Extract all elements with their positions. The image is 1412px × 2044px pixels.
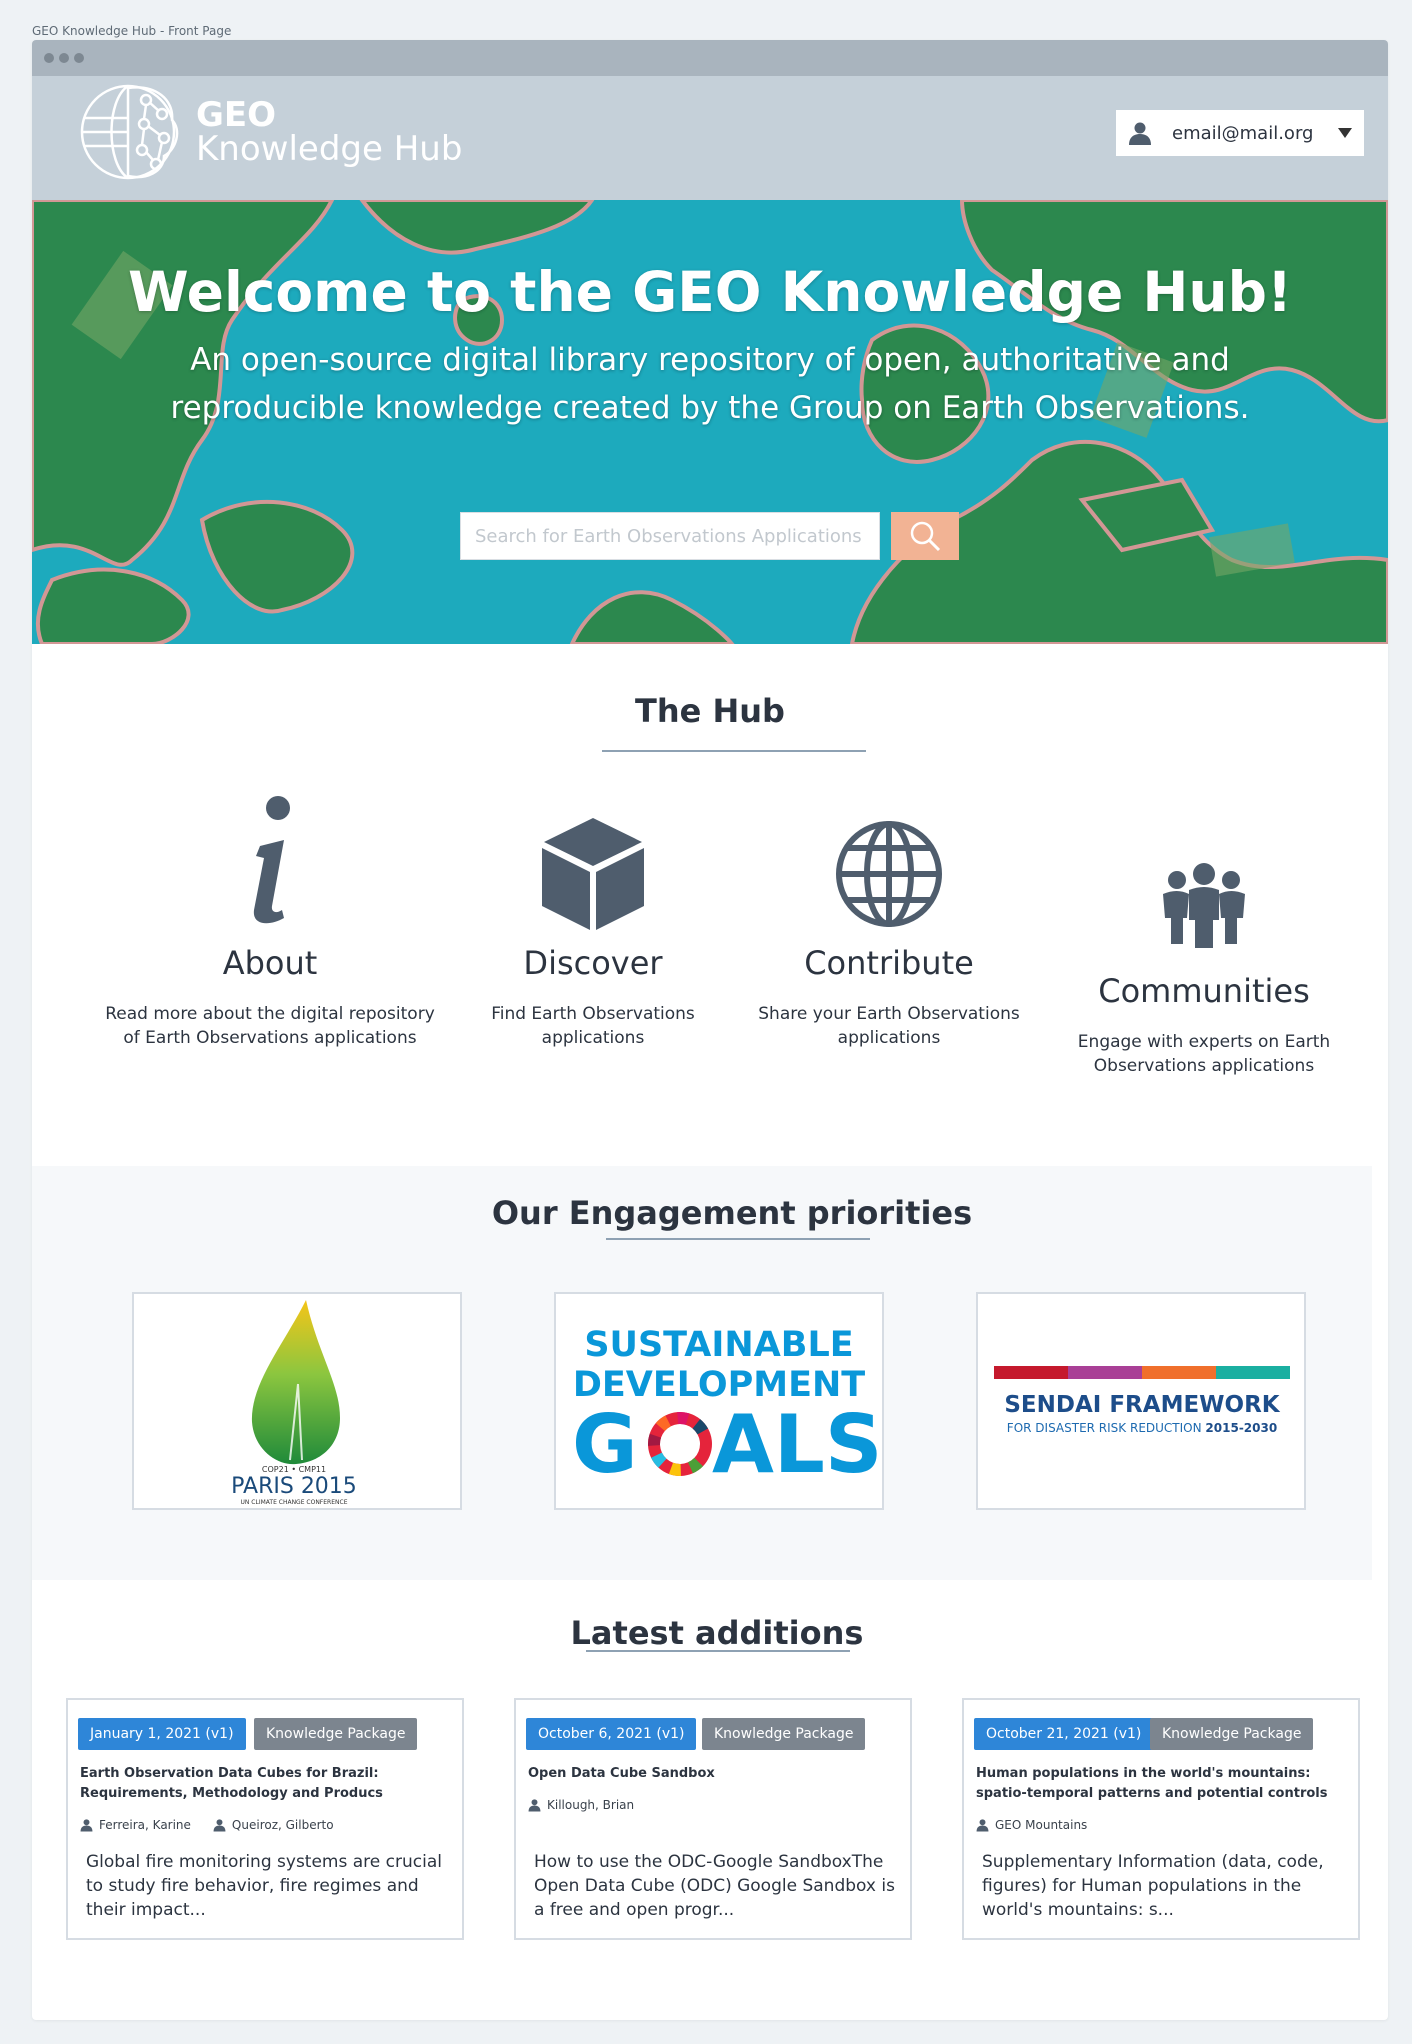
people-icon bbox=[1163, 863, 1245, 948]
paris-2015-logo: COP21 • CMP11 PARIS 2015 UN CLIMATE CHAN… bbox=[231, 1300, 357, 1506]
author-list: Ferreira, Karine Queiroz, Gilberto bbox=[80, 1818, 334, 1832]
addition-card[interactable]: October 6, 2021 (v1) Knowledge Package O… bbox=[514, 1698, 912, 1940]
engagement-card-sendai[interactable]: SENDAI FRAMEWORK FOR DISASTER RISK REDUC… bbox=[976, 1292, 1306, 1510]
addition-title[interactable]: Open Data Cube Sandbox bbox=[528, 1764, 908, 1784]
sendai-logo-line2: FOR DISASTER RISK REDUCTION bbox=[1007, 1421, 1206, 1435]
brain-globe-logo-icon bbox=[80, 84, 179, 180]
author[interactable]: Ferreira, Karine bbox=[80, 1818, 191, 1832]
hub-item-about[interactable]: About Read more about the digital reposi… bbox=[100, 794, 440, 1050]
browser-window: GEO Knowledge Hub email@mail.org Welcome… bbox=[32, 40, 1388, 2020]
user-icon bbox=[976, 1819, 989, 1832]
paris-logo-line2: PARIS 2015 bbox=[231, 1474, 357, 1499]
logo-title: GEO bbox=[196, 95, 277, 135]
hub-desc-about: Read more about the digital repository o… bbox=[105, 1004, 435, 1048]
sdg-logo-g: G bbox=[572, 1398, 638, 1491]
page-caption: GEO Knowledge Hub - Front Page bbox=[32, 24, 232, 38]
user-icon bbox=[1129, 122, 1151, 145]
sdg-logo: SUSTAINABLE DEVELOPMENT G ALS bbox=[572, 1325, 882, 1491]
section-divider bbox=[586, 1650, 850, 1652]
engagement-card-sdg[interactable]: SUSTAINABLE DEVELOPMENT G ALS bbox=[554, 1292, 884, 1510]
chevron-down-icon bbox=[1338, 128, 1352, 138]
hub-label-about: About bbox=[222, 944, 318, 982]
sdg-logo-als: ALS bbox=[712, 1398, 882, 1491]
search-icon bbox=[910, 521, 941, 552]
site-logo[interactable]: GEO Knowledge Hub bbox=[76, 80, 462, 184]
type-badge[interactable]: Knowledge Package bbox=[1150, 1718, 1314, 1750]
sdg-logo-line1: SUSTAINABLE bbox=[584, 1325, 853, 1365]
hub-item-communities[interactable]: Communities Engage with experts on Earth… bbox=[1052, 860, 1356, 1078]
author[interactable]: GEO Mountains bbox=[976, 1818, 1087, 1832]
cube-icon bbox=[542, 818, 644, 930]
search-button[interactable] bbox=[891, 512, 959, 560]
paris-logo-line1: COP21 • CMP11 bbox=[262, 1465, 326, 1474]
hub-item-discover[interactable]: Discover Find Earth Observations applica… bbox=[442, 814, 744, 1050]
sendai-framework-logo: SENDAI FRAMEWORK FOR DISASTER RISK REDUC… bbox=[994, 1366, 1290, 1435]
hero-banner: Welcome to the GEO Knowledge Hub! An ope… bbox=[32, 200, 1388, 644]
section-divider bbox=[602, 750, 866, 752]
author-name: Queiroz, Gilberto bbox=[231, 1818, 334, 1832]
addition-title[interactable]: Earth Observation Data Cubes for Brazil:… bbox=[80, 1764, 460, 1804]
hub-section-title: The Hub bbox=[635, 692, 785, 730]
date-badge: October 21, 2021 (v1) bbox=[974, 1718, 1154, 1750]
type-badge[interactable]: Knowledge Package bbox=[254, 1718, 418, 1750]
window-dot-icon bbox=[74, 53, 84, 63]
author-list: GEO Mountains bbox=[976, 1818, 1087, 1832]
user-email: email@mail.org bbox=[1172, 122, 1314, 144]
window-dot-icon bbox=[44, 53, 54, 63]
search-input[interactable] bbox=[460, 512, 880, 560]
hub-label-contribute: Contribute bbox=[804, 944, 974, 982]
svg-text:FOR DISASTER RISK REDUCTION 20: FOR DISASTER RISK REDUCTION 2015-2030 bbox=[1007, 1421, 1277, 1435]
engagement-section-title: Our Engagement priorities bbox=[491, 1194, 973, 1232]
hub-desc-communities: Engage with experts on Earth Observation… bbox=[1077, 1032, 1331, 1076]
sendai-logo-line1: SENDAI FRAMEWORK bbox=[1004, 1392, 1280, 1418]
hub-label-discover: Discover bbox=[523, 944, 663, 982]
info-icon bbox=[253, 796, 290, 924]
hub-label-communities: Communities bbox=[1098, 972, 1310, 1010]
hub-item-contribute[interactable]: Contribute Share your Earth Observations… bbox=[738, 814, 1040, 1050]
window-dot-icon bbox=[59, 53, 69, 63]
author-name: GEO Mountains bbox=[995, 1818, 1088, 1832]
user-icon bbox=[80, 1819, 93, 1832]
hero-subtitle: An open-source digital library repositor… bbox=[170, 342, 1250, 426]
sdg-wheel-icon bbox=[648, 1412, 712, 1476]
sendai-logo-line3: 2015-2030 bbox=[1205, 1421, 1277, 1435]
type-badge[interactable]: Knowledge Package bbox=[702, 1718, 866, 1750]
addition-card[interactable]: October 21, 2021 (v1) Knowledge Package … bbox=[962, 1698, 1360, 1940]
author-name: Ferreira, Karine bbox=[99, 1818, 191, 1832]
date-badge: October 6, 2021 (v1) bbox=[526, 1718, 697, 1750]
section-divider bbox=[606, 1238, 870, 1240]
date-badge: January 1, 2021 (v1) bbox=[78, 1718, 246, 1750]
paris-logo-line3: UN CLIMATE CHANGE CONFERENCE bbox=[241, 1499, 348, 1506]
author-list: Killough, Brian bbox=[528, 1798, 634, 1812]
user-account-dropdown[interactable]: email@mail.org bbox=[1116, 110, 1364, 156]
hub-desc-discover: Find Earth Observations applications bbox=[491, 1004, 695, 1048]
logo-subtitle: Knowledge Hub bbox=[196, 129, 463, 169]
addition-card[interactable]: January 1, 2021 (v1) Knowledge Package E… bbox=[66, 1698, 464, 1940]
hero-title: Welcome to the GEO Knowledge Hub! bbox=[127, 260, 1293, 324]
addition-description: How to use the ODC-Google SandboxThe Ope… bbox=[534, 1852, 895, 1920]
user-icon bbox=[528, 1799, 541, 1812]
engagement-card-paris[interactable]: COP21 • CMP11 PARIS 2015 UN CLIMATE CHAN… bbox=[132, 1292, 462, 1510]
site-header: GEO Knowledge Hub email@mail.org bbox=[32, 76, 1388, 200]
author-name: Killough, Brian bbox=[547, 1798, 635, 1812]
additions-section-title: Latest additions bbox=[570, 1614, 864, 1652]
author[interactable]: Queiroz, Gilberto bbox=[213, 1818, 334, 1832]
user-icon bbox=[213, 1819, 226, 1832]
addition-title[interactable]: Human populations in the world's mountai… bbox=[976, 1764, 1356, 1804]
addition-description: Global fire monitoring systems are cruci… bbox=[86, 1852, 442, 1920]
addition-description: Supplementary Information (data, code, f… bbox=[982, 1852, 1324, 1920]
hub-desc-contribute: Share your Earth Observations applicatio… bbox=[758, 1004, 1020, 1048]
globe-icon bbox=[836, 821, 942, 927]
window-titlebar bbox=[32, 40, 1388, 76]
author[interactable]: Killough, Brian bbox=[528, 1798, 634, 1812]
